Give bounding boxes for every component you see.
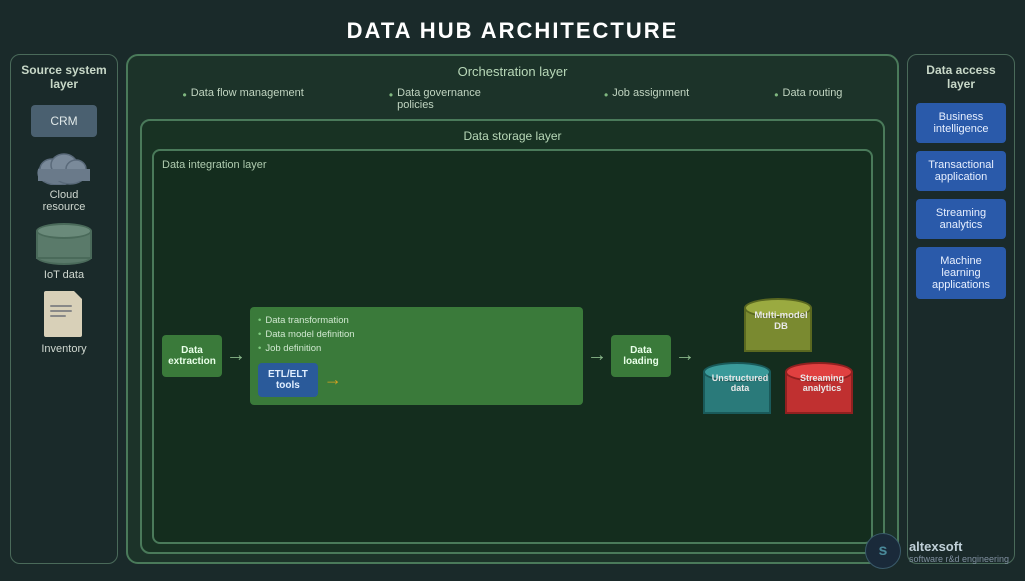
multimodel-db: Multi-modelDB	[744, 298, 818, 352]
data-integration-layer: Data integration layer Dataextraction → …	[152, 149, 873, 544]
data-storage-layer: Data storage layer Data integration laye…	[140, 119, 885, 554]
storage-title: Data storage layer	[152, 129, 873, 143]
data-loading-box: Dataloading	[611, 335, 671, 377]
middle-area: Orchestration layer • Data flow manageme…	[126, 54, 899, 564]
integration-title: Data integration layer	[162, 159, 863, 171]
db-area: Multi-modelDB Unst	[699, 298, 863, 414]
arrow-2: →	[587, 344, 607, 367]
crm-box: CRM	[31, 105, 97, 137]
unstructured-db: Unstructureddata	[703, 362, 777, 414]
source-item-inventory: Inventory	[24, 291, 104, 355]
iot-label: IoT data	[44, 269, 84, 281]
logo-tagline: software r&d engineering	[909, 554, 1009, 564]
logo-name: altexsoft	[909, 539, 1009, 554]
data-extraction-box: Dataextraction	[162, 335, 222, 377]
arrow-3: →	[675, 344, 695, 367]
orchestration-title: Orchestration layer	[140, 64, 885, 79]
access-item-streaming: Streaminganalytics	[916, 199, 1006, 239]
inventory-label: Inventory	[41, 343, 86, 355]
arrow-yellow: →	[324, 369, 342, 390]
transformation-box: •Data transformation •Data model definit…	[250, 307, 583, 405]
etl-box: ETL/ELTtools	[258, 363, 318, 397]
transform-item-1: •Data transformation	[258, 315, 575, 326]
access-item-bi: Businessintelligence	[916, 103, 1006, 143]
integration-inner: Dataextraction → •Data transformation •D…	[162, 177, 863, 534]
transform-item-2: •Data model definition	[258, 329, 575, 340]
orch-item-3: • Job assignment	[604, 87, 689, 111]
cloud-icon	[34, 147, 94, 185]
orch-item-4: • Data routing	[774, 87, 842, 111]
orchestration-layer: Orchestration layer • Data flow manageme…	[126, 54, 899, 564]
transform-item-3: •Job definition	[258, 343, 575, 354]
logo-text-area: altexsoft software r&d engineering	[909, 539, 1009, 564]
page-title: DATA HUB ARCHITECTURE	[0, 0, 1025, 54]
data-access-layer: Data access layer Businessintelligence T…	[907, 54, 1015, 564]
access-item-ml: Machinelearningapplications	[916, 247, 1006, 299]
source-layer-title: Source system layer	[17, 63, 111, 91]
access-layer-title: Data access layer	[914, 63, 1008, 91]
orch-item-2: • Data governance policies	[389, 87, 519, 111]
access-item-transactional: Transactionalapplication	[916, 151, 1006, 191]
source-item-crm: CRM	[24, 105, 104, 137]
streaming-analytics-db: Streaminganalytics	[785, 362, 859, 414]
arrow-1: →	[226, 344, 246, 367]
logo-area: s altexsoft software r&d engineering	[865, 533, 1009, 569]
source-item-cloud: Cloudresource	[24, 147, 104, 213]
logo-icon: s	[865, 533, 901, 569]
cloud-label: Cloudresource	[43, 189, 86, 213]
orch-item-1: • Data flow management	[183, 87, 304, 111]
orchestration-items: • Data flow management • Data governance…	[140, 87, 885, 111]
source-system-layer: Source system layer CRM Cloudresource	[10, 54, 118, 564]
source-item-iot: IoT data	[24, 223, 104, 281]
